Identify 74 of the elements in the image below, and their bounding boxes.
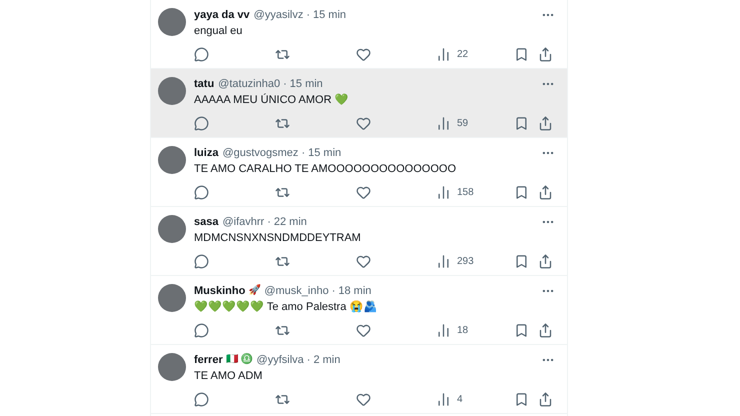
user-handle[interactable]: @tatuzinha0 (218, 77, 280, 91)
share-icon[interactable] (538, 184, 553, 200)
view-count: 293 (457, 254, 475, 268)
like-icon[interactable] (356, 392, 371, 406)
avatar[interactable] (158, 8, 186, 36)
post-text: engual eu (194, 24, 244, 38)
separator-dot: · (283, 77, 287, 91)
share-icon[interactable] (538, 116, 553, 130)
reply-icon[interactable] (194, 254, 209, 268)
post-text: 💚💚💚💚💚 Te amo Palestra 😭🫂 (194, 300, 378, 314)
post-text: TE AMO CARALHO TE AMOOOOOOOOOOOOOOO (194, 162, 458, 176)
post-time[interactable]: 22 min (274, 215, 307, 229)
view-count: 18 (457, 324, 470, 338)
share-icon[interactable] (538, 322, 553, 338)
like-icon[interactable] (356, 254, 371, 268)
post-time[interactable]: 2 min (313, 353, 340, 367)
post-time[interactable]: 15 min (313, 8, 346, 22)
views-icon[interactable] (436, 184, 451, 200)
bookmark-icon[interactable] (514, 184, 529, 200)
user-handle[interactable]: @ifavhrr (222, 215, 264, 229)
reply-icon[interactable] (194, 184, 209, 200)
avatar[interactable] (158, 77, 186, 105)
avatar[interactable] (158, 353, 186, 381)
user-handle[interactable]: @yyfsilva (256, 353, 304, 367)
share-icon[interactable] (538, 254, 553, 268)
display-name[interactable]: yaya da vv (194, 8, 250, 22)
avatar[interactable] (158, 284, 186, 312)
name-badges: 🇮🇹 ♎ (226, 353, 253, 367)
avatar[interactable] (158, 215, 186, 243)
post-time[interactable]: 15 min (290, 77, 323, 91)
display-name[interactable]: tatu (194, 77, 214, 91)
view-count: 59 (457, 116, 470, 130)
view-count: 4 (457, 392, 464, 406)
views-icon[interactable] (436, 254, 451, 268)
separator-dot: · (306, 353, 310, 367)
display-name[interactable]: Muskinho (194, 284, 246, 298)
bookmark-icon[interactable] (514, 322, 529, 338)
display-name[interactable]: sasa (194, 215, 218, 229)
like-icon[interactable] (356, 46, 371, 62)
share-icon[interactable] (538, 46, 553, 62)
views-icon[interactable] (436, 116, 451, 130)
views-icon[interactable] (436, 46, 451, 62)
separator-dot: · (306, 8, 310, 22)
name-badges: 🚀 (248, 284, 260, 298)
bookmark-icon[interactable] (514, 116, 529, 130)
post-text: MDMCNSNXNSNDMDDEYTRAM (194, 231, 362, 245)
user-handle[interactable]: @yyasilvz (254, 8, 304, 22)
view-count: 158 (457, 186, 475, 200)
post-text: AAAAA MEU ÚNICO AMOR 💚 (194, 93, 350, 107)
like-icon[interactable] (356, 184, 371, 200)
view-count: 22 (457, 48, 470, 62)
like-icon[interactable] (356, 116, 371, 130)
reply-icon[interactable] (194, 116, 209, 130)
reply-icon[interactable] (194, 46, 209, 62)
separator-dot: · (332, 284, 336, 298)
post-time[interactable]: 18 min (338, 284, 372, 298)
bookmark-icon[interactable] (514, 46, 529, 62)
views-icon[interactable] (436, 392, 451, 406)
post-time[interactable]: 15 min (308, 146, 342, 160)
views-icon[interactable] (436, 322, 451, 338)
user-handle[interactable]: @gustvogsmez (222, 146, 298, 160)
bookmark-icon[interactable] (514, 392, 529, 406)
avatar[interactable] (158, 146, 186, 174)
separator-dot: · (267, 215, 271, 229)
post-text: TE AMO ADM (194, 369, 264, 383)
reply-icon[interactable] (194, 392, 209, 406)
separator-dot: · (301, 146, 306, 160)
share-icon[interactable] (538, 392, 553, 406)
reply-icon[interactable] (194, 322, 209, 338)
like-icon[interactable] (356, 322, 371, 338)
user-handle[interactable]: @musk_inho (264, 284, 329, 298)
display-name[interactable]: ferrer (194, 353, 223, 367)
display-name[interactable]: luiza (194, 146, 218, 160)
bookmark-icon[interactable] (514, 254, 529, 268)
